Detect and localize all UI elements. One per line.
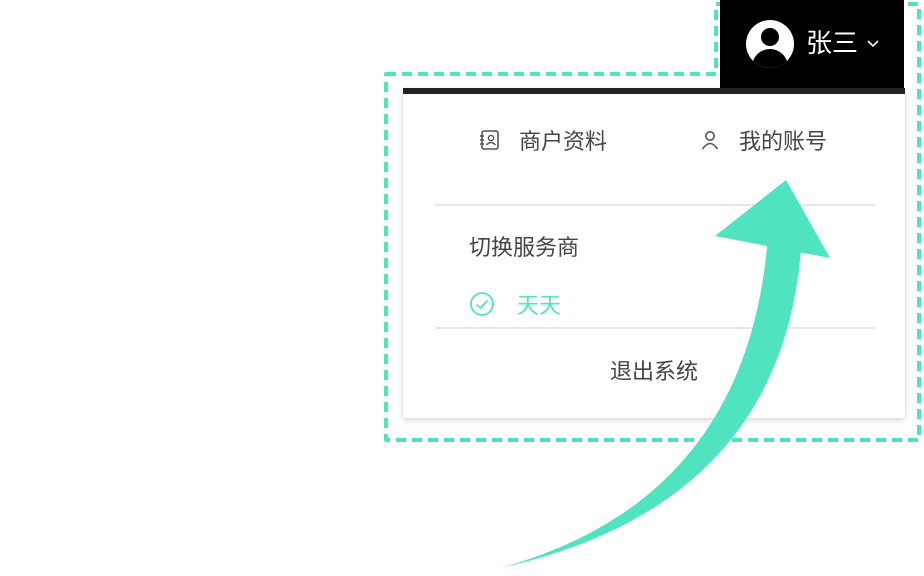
merchant-profile-link[interactable]: 商户资料 bbox=[479, 124, 607, 156]
quick-links-row: 商户资料 我的账号 bbox=[403, 124, 905, 164]
user-menu-trigger[interactable]: 张三 bbox=[720, 0, 904, 88]
user-dropdown-menu: 商户资料 我的账号 切换服务商 天天 退出系统 bbox=[403, 88, 905, 418]
merchant-profile-icon bbox=[480, 130, 499, 150]
username-label: 张三 bbox=[806, 29, 859, 59]
provider-item[interactable]: 天天 bbox=[469, 288, 561, 320]
check-circle-icon bbox=[470, 292, 494, 316]
switch-provider-heading: 切换服务商 bbox=[469, 236, 580, 261]
divider bbox=[435, 204, 875, 206]
chevron-down-icon bbox=[867, 40, 879, 48]
my-account-label: 我的账号 bbox=[739, 130, 828, 155]
provider-name: 天天 bbox=[517, 294, 562, 319]
merchant-profile-label: 商户资料 bbox=[519, 130, 608, 155]
user-avatar-icon bbox=[746, 20, 794, 68]
logout-button[interactable]: 退出系统 bbox=[403, 354, 905, 386]
my-account-link[interactable]: 我的账号 bbox=[699, 124, 827, 156]
divider bbox=[435, 327, 875, 329]
person-icon bbox=[701, 131, 719, 150]
